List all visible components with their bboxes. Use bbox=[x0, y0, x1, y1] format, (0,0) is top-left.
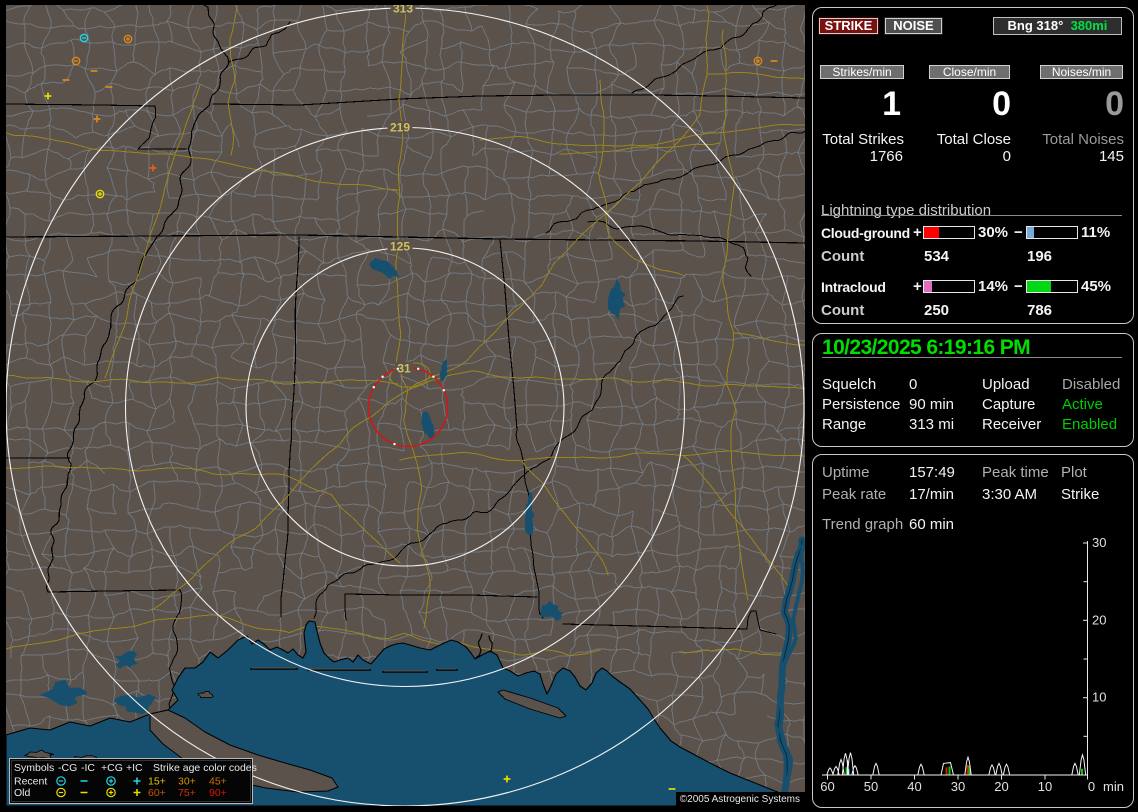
svg-text:30: 30 bbox=[1092, 535, 1106, 550]
svg-text:40: 40 bbox=[907, 779, 921, 794]
svg-text:20: 20 bbox=[1092, 612, 1106, 627]
svg-text:min: min bbox=[1103, 779, 1124, 794]
svg-text:10: 10 bbox=[1038, 779, 1052, 794]
svg-text:10: 10 bbox=[1092, 690, 1106, 705]
svg-text:30: 30 bbox=[951, 779, 965, 794]
svg-text:50: 50 bbox=[864, 779, 878, 794]
svg-text:60: 60 bbox=[820, 779, 834, 794]
svg-text:0: 0 bbox=[1088, 779, 1095, 794]
svg-text:20: 20 bbox=[994, 779, 1008, 794]
